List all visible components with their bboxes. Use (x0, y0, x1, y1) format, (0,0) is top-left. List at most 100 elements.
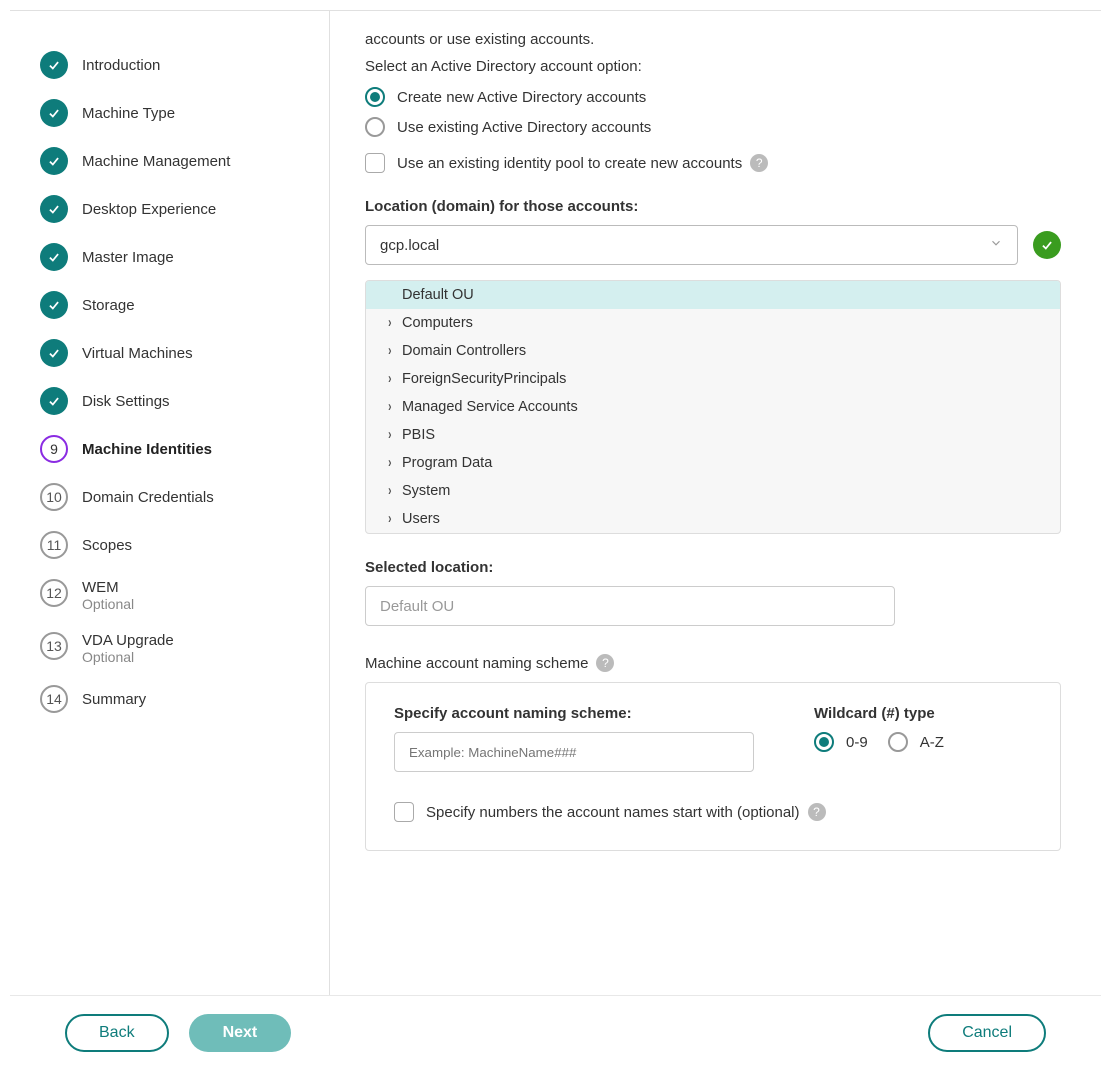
ou-item-label: Users (400, 511, 440, 527)
ou-item-label: Default OU (386, 287, 474, 303)
step-domain-credentials[interactable]: 10Domain Credentials (40, 473, 309, 521)
ou-item-program-data[interactable]: ›Program Data (366, 449, 1060, 477)
step-label: Scopes (82, 537, 132, 554)
radio-create-new[interactable]: Create new Active Directory accounts (365, 87, 1061, 107)
selected-location-label: Selected location: (365, 559, 1061, 576)
cancel-button[interactable]: Cancel (928, 1014, 1046, 1052)
radio-icon-unselected (888, 732, 908, 752)
back-button[interactable]: Back (65, 1014, 169, 1052)
step-label: Summary (82, 691, 146, 708)
ou-item-users[interactable]: ›Users (366, 505, 1060, 533)
check-icon (40, 387, 68, 415)
domain-value: gcp.local (380, 237, 439, 254)
naming-scheme-header: Machine account naming scheme ? (365, 654, 1061, 672)
radio-create-label: Create new Active Directory accounts (397, 89, 646, 106)
help-icon[interactable]: ? (596, 654, 614, 672)
wildcard-alpha[interactable]: A-Z (888, 732, 944, 752)
step-label: Master Image (82, 249, 174, 266)
naming-specify-label: Specify account naming scheme: (394, 705, 754, 722)
step-number-badge: 14 (40, 685, 68, 713)
step-number-badge: 9 (40, 435, 68, 463)
checkbox-identity-pool-row[interactable]: Use an existing identity pool to create … (365, 153, 1061, 173)
wildcard-numeric[interactable]: 0-9 (814, 732, 868, 752)
step-number-badge: 12 (40, 579, 68, 607)
check-icon (40, 195, 68, 223)
step-label: Storage (82, 297, 135, 314)
wildcard-col: Wildcard (#) type 0-9 A-Z (814, 705, 944, 772)
naming-scheme-label: Machine account naming scheme (365, 655, 588, 672)
step-wem[interactable]: 12 WEMOptional (40, 569, 309, 622)
step-master-image[interactable]: Master Image (40, 233, 309, 281)
help-icon[interactable]: ? (750, 154, 768, 172)
step-introduction[interactable]: Introduction (40, 41, 309, 89)
step-scopes[interactable]: 11Scopes (40, 521, 309, 569)
step-label: Machine Type (82, 105, 175, 122)
chevron-right-icon: › (388, 399, 398, 415)
domain-select-row: gcp.local (365, 225, 1061, 265)
domain-select[interactable]: gcp.local (365, 225, 1018, 265)
radio-existing-label: Use existing Active Directory accounts (397, 119, 651, 136)
chevron-down-icon (989, 236, 1003, 254)
check-icon (40, 339, 68, 367)
chevron-right-icon: › (388, 455, 398, 471)
wildcard-alpha-label: A-Z (920, 734, 944, 751)
chevron-right-icon: › (388, 343, 398, 359)
step-machine-identities[interactable]: 9 Machine Identities (40, 425, 309, 473)
step-virtual-machines[interactable]: Virtual Machines (40, 329, 309, 377)
step-disk-settings[interactable]: Disk Settings (40, 377, 309, 425)
wizard-content: accounts or use existing accounts. Selec… (330, 11, 1101, 995)
ou-item-foreignsecurityprincipals[interactable]: ›ForeignSecurityPrincipals (366, 365, 1060, 393)
step-label: Machine Management (82, 153, 230, 170)
step-machine-type[interactable]: Machine Type (40, 89, 309, 137)
chevron-right-icon: › (388, 483, 398, 499)
check-icon (40, 147, 68, 175)
step-label: WEM (82, 579, 134, 596)
ou-item-default-ou[interactable]: Default OU (366, 281, 1060, 309)
step-vda-upgrade[interactable]: 13VDA UpgradeOptional (40, 622, 309, 675)
wildcard-label: Wildcard (#) type (814, 705, 944, 722)
ou-item-label: PBIS (400, 427, 435, 443)
chevron-right-icon: › (388, 315, 398, 331)
wizard-footer: Back Next Cancel (10, 995, 1101, 1070)
checkbox-identity-pool[interactable] (365, 153, 385, 173)
step-sublabel: Optional (82, 596, 134, 612)
wildcard-numeric-label: 0-9 (846, 734, 868, 751)
ad-option-prompt: Select an Active Directory account optio… (365, 58, 1061, 75)
step-summary[interactable]: 14 Summary (40, 675, 309, 723)
ou-item-system[interactable]: ›System (366, 477, 1060, 505)
check-icon (40, 291, 68, 319)
ou-item-label: Program Data (400, 455, 492, 471)
step-number-badge: 10 (40, 483, 68, 511)
location-label: Location (domain) for those accounts: (365, 198, 1061, 215)
step-label: Desktop Experience (82, 201, 216, 218)
ou-item-computers[interactable]: ›Computers (366, 309, 1060, 337)
check-icon (40, 99, 68, 127)
wizard-container: Introduction Machine Type Machine Manageme… (0, 0, 1111, 1080)
naming-scheme-input[interactable] (394, 732, 754, 772)
radio-use-existing[interactable]: Use existing Active Directory accounts (365, 117, 1061, 137)
checkbox-identity-pool-label: Use an existing identity pool to create … (397, 155, 742, 172)
ou-tree[interactable]: Default OU›Computers›Domain Controllers›… (365, 280, 1061, 534)
step-desktop-experience[interactable]: Desktop Experience (40, 185, 309, 233)
step-sublabel: Optional (82, 649, 174, 665)
ou-item-label: Domain Controllers (400, 343, 526, 359)
step-storage[interactable]: Storage (40, 281, 309, 329)
specify-start-numbers-row[interactable]: Specify numbers the account names start … (394, 802, 1032, 822)
next-button[interactable]: Next (189, 1014, 292, 1052)
radio-icon-unselected (365, 117, 385, 137)
wizard-sidebar: Introduction Machine Type Machine Manageme… (10, 11, 330, 995)
intro-trailing-text: accounts or use existing accounts. (365, 31, 1061, 48)
step-machine-management[interactable]: Machine Management (40, 137, 309, 185)
step-label: Virtual Machines (82, 345, 193, 362)
ou-item-managed-service-accounts[interactable]: ›Managed Service Accounts (366, 393, 1060, 421)
wizard-body: Introduction Machine Type Machine Manageme… (10, 10, 1101, 995)
specify-start-numbers-label: Specify numbers the account names start … (426, 804, 800, 821)
ou-item-pbis[interactable]: ›PBIS (366, 421, 1060, 449)
help-icon[interactable]: ? (808, 803, 826, 821)
radio-icon-selected (814, 732, 834, 752)
step-label: Machine Identities (82, 441, 212, 458)
ou-item-domain-controllers[interactable]: ›Domain Controllers (366, 337, 1060, 365)
radio-icon-selected (365, 87, 385, 107)
ou-item-label: ForeignSecurityPrincipals (400, 371, 566, 387)
checkbox-specify-numbers[interactable] (394, 802, 414, 822)
